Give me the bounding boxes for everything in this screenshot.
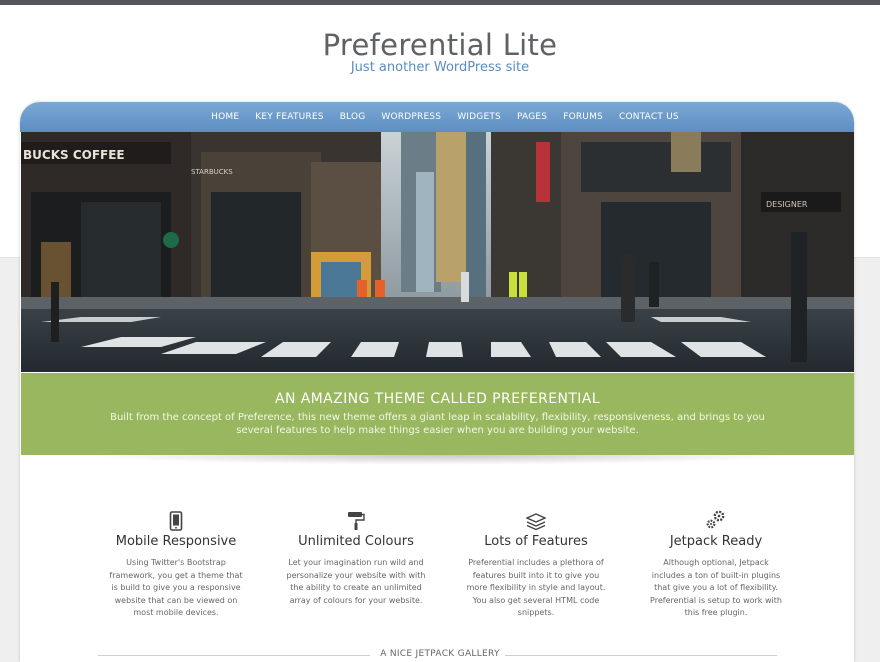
nav-item-wordpress[interactable]: WORDPRESS bbox=[373, 102, 449, 132]
banner-title: AN AMAZING THEME CALLED PREFERENTIAL bbox=[275, 391, 600, 407]
nav-item-blog[interactable]: BLOG bbox=[332, 102, 374, 132]
feature-text: Preferential includes a plethora of feat… bbox=[466, 558, 606, 617]
mobile-phone-icon bbox=[86, 505, 266, 531]
layers-icon bbox=[446, 505, 626, 531]
intro-banner: AN AMAZING THEME CALLED PREFERENTIAL Bui… bbox=[21, 373, 854, 455]
feature-text: Using Twitter's Bootstrap framework, you… bbox=[109, 558, 243, 617]
feature-title: Jetpack Ready bbox=[669, 534, 763, 549]
banner-shadow bbox=[80, 455, 795, 465]
banner-text: Built from the concept of Preference, th… bbox=[110, 412, 765, 436]
gears-icon bbox=[626, 505, 806, 531]
nav-item-contact-us[interactable]: CONTACT US bbox=[611, 102, 687, 132]
nav-item-forums[interactable]: FORUMS bbox=[555, 102, 611, 132]
feature-mobile-responsive: Mobile Responsive Using Twitter's Bootst… bbox=[86, 505, 266, 617]
coffee-sign-text: BUCKS COFFEE bbox=[23, 148, 125, 162]
feature-unlimited-colours: Unlimited Colours Let your imagination r… bbox=[266, 505, 446, 615]
features-section: Mobile Responsive Using Twitter's Bootst… bbox=[86, 505, 806, 617]
feature-lots-of-features: Lots of Features Preferential includes a… bbox=[446, 505, 626, 617]
hero-image: BUCKS COFFEE STARBUCKS DESIGNER bbox=[21, 132, 854, 372]
nav-item-home[interactable]: HOME bbox=[203, 102, 247, 132]
feature-title: Lots of Features bbox=[484, 534, 588, 549]
site-title[interactable]: Preferential Lite bbox=[0, 28, 880, 62]
feature-title: Mobile Responsive bbox=[115, 534, 237, 549]
starbucks-logo-icon bbox=[163, 232, 179, 248]
nav-item-pages[interactable]: PAGES bbox=[509, 102, 555, 132]
feature-text: Although optional, Jetpack includes a to… bbox=[650, 558, 782, 617]
paint-roller-icon bbox=[266, 505, 446, 531]
city-street-image: BUCKS COFFEE STARBUCKS DESIGNER bbox=[21, 132, 854, 372]
right-sign-text: DESIGNER bbox=[766, 200, 808, 209]
nav-item-key-features[interactable]: KEY FEATURES bbox=[247, 102, 331, 132]
nav-item-widgets[interactable]: WIDGETS bbox=[449, 102, 509, 132]
gallery-title: A NICE JETPACK GALLERY bbox=[380, 649, 500, 659]
feature-text: Let your imagination run wild and person… bbox=[286, 558, 426, 605]
site-tagline: Just another WordPress site bbox=[350, 60, 530, 75]
feature-title: Unlimited Colours bbox=[298, 534, 414, 549]
feature-jetpack-ready: Jetpack Ready Although optional, Jetpack… bbox=[626, 505, 806, 617]
main-navigation: HOME KEY FEATURES BLOG WORDPRESS WIDGETS… bbox=[20, 102, 854, 132]
store-sign-text: STARBUCKS bbox=[191, 168, 233, 176]
